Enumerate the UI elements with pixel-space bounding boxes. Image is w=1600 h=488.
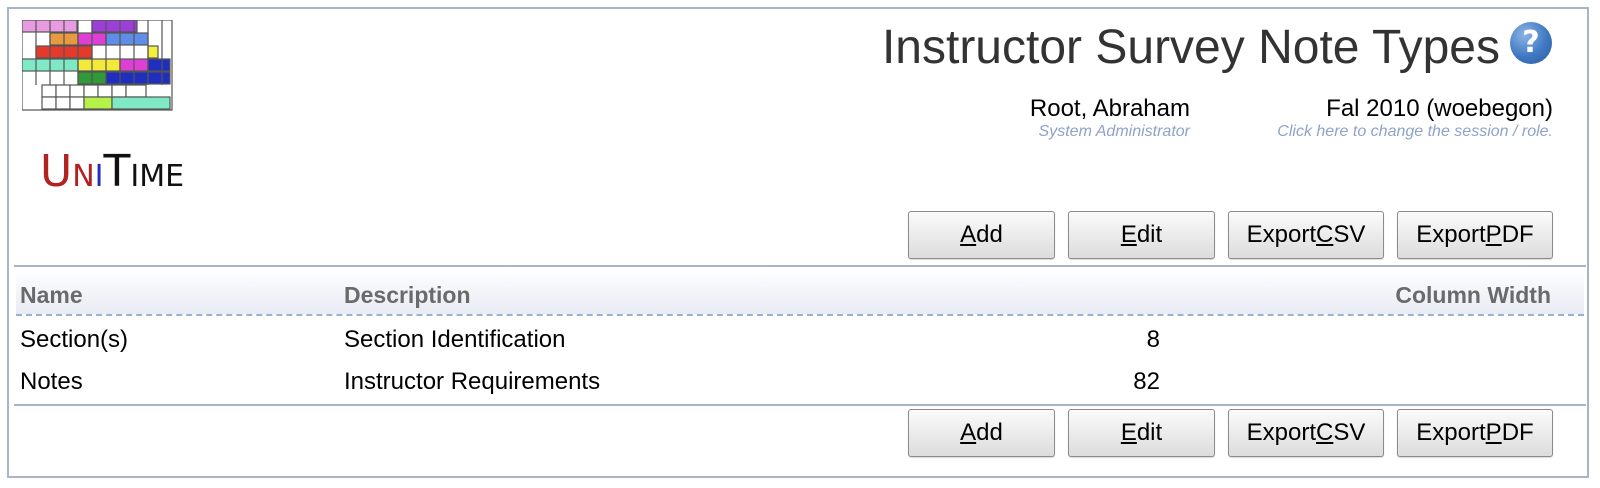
unitime-logo[interactable]: UNITIME — [21, 19, 184, 194]
add-button[interactable]: Add — [908, 409, 1055, 457]
logo-wordmark: UNITIME — [40, 146, 185, 197]
cell-column-width: 82 — [1133, 368, 1160, 395]
user-info[interactable]: Root, Abraham System Administrator — [1030, 95, 1190, 141]
divider — [14, 265, 1586, 267]
table-header — [16, 268, 1584, 314]
header-divider — [16, 314, 1584, 316]
user-name: Root, Abraham — [1029, 95, 1190, 122]
page-title: Instructor Survey Note Types — [881, 21, 1500, 74]
column-header-description[interactable]: Description — [344, 282, 471, 309]
cell-name: Section(s) — [20, 326, 129, 353]
cell-description: Instructor Requirements — [344, 368, 601, 395]
divider — [14, 404, 1586, 406]
cell-description: Section Identification — [344, 326, 566, 353]
table-row[interactable]: Notes Instructor Requirements 82 — [0, 360, 1600, 400]
cell-column-width: 8 — [1146, 326, 1160, 353]
session-info[interactable]: Fal 2010 (woebegon) Click here to change… — [1277, 95, 1553, 141]
top-toolbar: Add Edit Export C SV Export P DF — [908, 211, 1553, 261]
session-name: Fal 2010 (woebegon) — [1326, 95, 1553, 122]
edit-button[interactable]: Edit — [1068, 211, 1215, 259]
bottom-toolbar: Add Edit Export C SV Export P DF — [908, 409, 1553, 459]
user-role: System Administrator — [1038, 123, 1190, 140]
cell-name: Notes — [20, 368, 83, 395]
session-change-hint: Click here to change the session / role. — [1277, 123, 1553, 140]
help-icon[interactable]: ? — [1510, 22, 1552, 64]
column-header-column-width[interactable]: Column Width — [1395, 282, 1551, 309]
table-row[interactable]: Section(s) Section Identification 8 — [0, 318, 1600, 358]
export-pdf-button[interactable]: Export P DF — [1397, 409, 1553, 457]
export-pdf-button[interactable]: Export P DF — [1397, 211, 1553, 259]
edit-button[interactable]: Edit — [1068, 409, 1215, 457]
export-csv-button[interactable]: Export C SV — [1228, 409, 1384, 457]
add-button[interactable]: Add — [908, 211, 1055, 259]
column-header-name[interactable]: Name — [20, 282, 83, 309]
logo-grid-icon — [21, 19, 173, 111]
export-csv-button[interactable]: Export C SV — [1228, 211, 1384, 259]
